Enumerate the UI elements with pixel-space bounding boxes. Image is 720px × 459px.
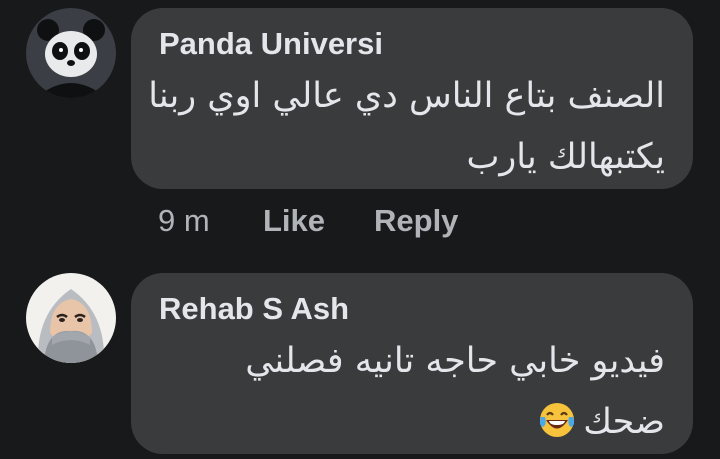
comment-text-line: فيديو خابي حاجه تانيه فصلني [245,341,665,381]
comment-text: الصنف بتاع الناس دي عالي اوي ربنا يكتبها… [145,66,665,188]
comment-text-line: ضحك [145,392,665,453]
comment-author[interactable]: Panda Universi [159,26,383,62]
comment-text-line: الصنف بتاع الناس دي عالي اوي ربنا [148,76,665,116]
reply-button[interactable]: Reply [374,203,458,239]
comment-author[interactable]: Rehab S Ash [159,291,349,327]
comment-bubble: Rehab S Ash فيديو خابي حاجه تانيه فصلني … [131,273,693,454]
comment-text-line: يكتبهالك يارب [466,137,665,177]
like-button[interactable]: Like [263,203,325,239]
laughing-tears-emoji-icon [537,398,577,438]
panda-avatar-icon[interactable] [26,8,116,98]
comment-text: فيديو خابي حاجه تانيه فصلني ضحك [145,331,665,453]
comment-timestamp[interactable]: 9 m [158,203,210,239]
hijab-woman-avatar-icon[interactable] [26,273,116,363]
comment-bubble: Panda Universi الصنف بتاع الناس دي عالي … [131,8,693,189]
comment-text-word: ضحك [583,402,665,442]
